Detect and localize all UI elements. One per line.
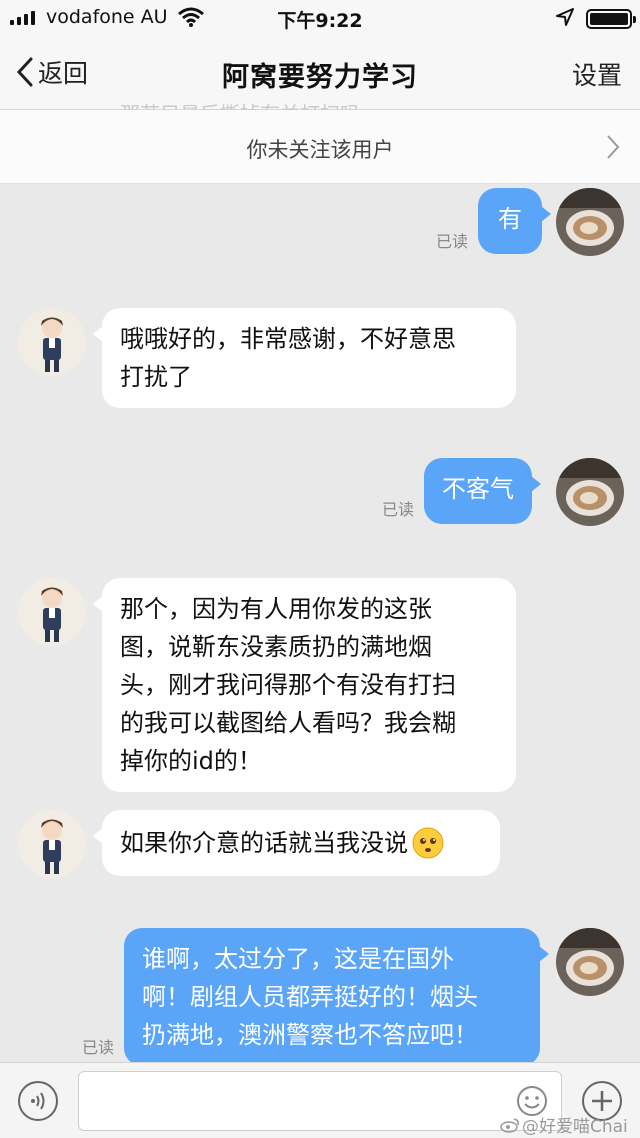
contact-avatar[interactable] xyxy=(18,308,86,376)
watermark-text: @好爱喵Chai xyxy=(522,1117,628,1137)
weibo-watermark: @好爱喵Chai xyxy=(500,1112,628,1137)
cartoon-person-icon xyxy=(18,308,86,376)
my-avatar[interactable] xyxy=(556,928,624,996)
my-avatar[interactable] xyxy=(556,188,624,256)
contact-avatar[interactable] xyxy=(18,810,86,878)
my-avatar[interactable] xyxy=(556,458,624,526)
coffee-cup-icon xyxy=(556,928,624,996)
weibo-logo-icon xyxy=(500,1117,519,1133)
coffee-cup-icon xyxy=(556,458,624,526)
coffee-cup-icon xyxy=(556,188,624,256)
voice-input-button[interactable] xyxy=(18,1081,58,1121)
navigation-bar: 返回 阿窝要努力学习 设置 那若只最后撕掉有关打扫吗 xyxy=(0,36,640,126)
read-receipt: 已读 xyxy=(82,1038,115,1057)
voice-wave-icon xyxy=(31,1092,45,1110)
follow-banner-text: 你未关注该用户 xyxy=(246,138,394,162)
follow-banner[interactable]: 你未关注该用户 xyxy=(0,110,640,184)
cartoon-person-icon xyxy=(18,810,86,878)
worried-face-emoji-icon xyxy=(412,827,444,859)
message-text: 如果你介意的话就当我没说 xyxy=(120,829,408,857)
contact-avatar[interactable] xyxy=(18,578,86,646)
status-bar: vodafone AU 下午9:22 xyxy=(0,0,640,36)
read-receipt: 已读 xyxy=(436,232,469,251)
read-receipt: 已读 xyxy=(382,500,415,519)
battery-icon xyxy=(586,9,636,29)
location-arrow-icon xyxy=(556,8,574,26)
message-bubble-incoming[interactable]: 如果你介意的话就当我没说 xyxy=(93,810,500,876)
cartoon-person-icon xyxy=(18,578,86,646)
status-time: 下午9:22 xyxy=(277,10,363,32)
message-bubble-incoming[interactable]: 那个，因为有人用你发的这张 图，说靳东没素质扔的满地烟 头，刚才我问得那个有没有… xyxy=(93,578,516,792)
settings-button[interactable]: 设置 xyxy=(572,56,622,92)
message-bubble-outgoing[interactable]: 有 xyxy=(478,188,551,254)
message-bubble-incoming[interactable]: 哦哦好的，非常感谢，不好意思 打扰了 xyxy=(93,308,516,408)
chat-title: 阿窝要努力学习 xyxy=(222,62,418,93)
message-input[interactable] xyxy=(78,1071,562,1131)
message-bubble-outgoing[interactable]: 谁啊，太过分了，这是在国外 啊！剧组人员都弄挺好的！烟头 扔满地，澳洲警察也不答… xyxy=(124,928,549,1066)
chevron-right-icon xyxy=(607,135,620,159)
message-bubble-outgoing[interactable]: 不客气 xyxy=(424,458,541,524)
